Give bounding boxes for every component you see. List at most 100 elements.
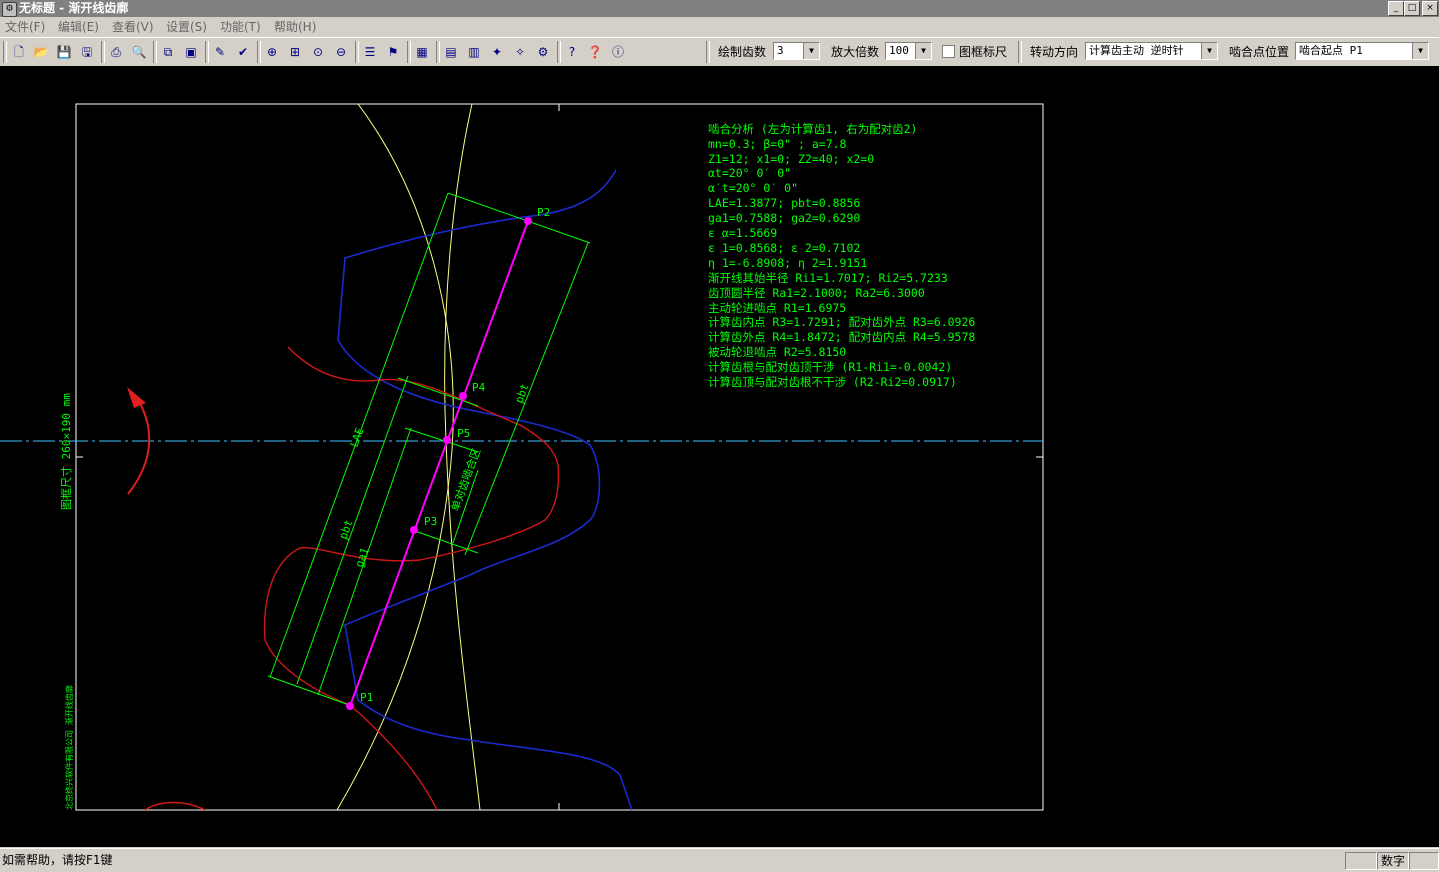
toolbar-separator <box>557 41 561 63</box>
analysis-line: mn=0.3; β=0" ; a=7.8 <box>708 137 847 151</box>
point-p3 <box>410 526 418 534</box>
restore-button[interactable]: □ <box>1404 1 1420 16</box>
toolbar-separator <box>205 41 209 63</box>
ga1-label: ga1 <box>353 546 372 569</box>
analysis-line: 计算齿根与配对齿顶干涉 (R1-Ri1=-0.0042) <box>708 360 952 374</box>
zoom-value: 100 <box>889 44 909 57</box>
open-icon[interactable]: 📂 <box>31 42 51 62</box>
analysis-line: ε α=1.5669 <box>708 226 777 240</box>
analysis-line: LAE=1.3877; pbt=0.8856 <box>708 196 860 210</box>
menu-help[interactable]: 帮助(H) <box>274 19 316 35</box>
analysis-line: 齿顶圆半径 Ra1=2.1000; Ra2=6.3000 <box>708 286 925 300</box>
zoom-window-icon[interactable]: ⊞ <box>285 42 305 62</box>
menu-edit[interactable]: 编辑(E) <box>58 19 99 35</box>
toolbar-grip <box>3 41 7 63</box>
pitch-circle-1 <box>336 104 454 810</box>
analysis-line: Z1=12; x1=0; Z2=40; x2=0 <box>708 152 874 166</box>
point-p4 <box>459 392 467 400</box>
toolbar-separator <box>436 41 440 63</box>
help-icon[interactable]: ❓ <box>585 42 605 62</box>
analysis-line: η 1=-6.8908; η 2=1.9151 <box>708 256 867 270</box>
status-pane-empty <box>1345 852 1377 870</box>
p5-label: P5 <box>457 427 470 440</box>
chevron-down-icon[interactable]: ▼ <box>1201 43 1217 59</box>
properties-icon[interactable]: ✎ <box>210 42 230 62</box>
help-pointer-icon[interactable]: ? <box>562 42 582 62</box>
minimize-button[interactable]: _ <box>1388 1 1404 16</box>
about-icon[interactable]: ⓘ <box>608 42 628 62</box>
mesh-point-label: 啮合点位置 <box>1229 45 1290 59</box>
chevron-down-icon[interactable]: ▼ <box>803 43 819 59</box>
analysis-line: ga1=0.7588; ga2=0.6290 <box>708 211 860 225</box>
company-label: 北京终兴软件有限公司 渐开线齿廓 <box>64 685 74 810</box>
print-icon[interactable]: ⎙ <box>106 42 126 62</box>
analysis-line: 主动轮进啮点 R1=1.6975 <box>708 301 846 315</box>
copy-icon[interactable]: ⧉ <box>158 42 178 62</box>
analysis-line: ε 1=0.8568; ε 2=0.7102 <box>708 241 860 255</box>
analysis-line: 计算齿顶与配对齿根不干涉 (R2-Ri2=0.0917) <box>708 375 957 389</box>
image2-icon[interactable]: ▥ <box>464 42 484 62</box>
menu-bar: 文件(F) 编辑(E) 查看(V) 设置(S) 功能(T) 帮助(H) <box>0 17 1439 37</box>
menu-function[interactable]: 功能(T) <box>220 19 261 35</box>
zoom-in-icon[interactable]: ⊕ <box>262 42 282 62</box>
tooth1-profile <box>263 346 560 810</box>
chevron-down-icon[interactable]: ▼ <box>915 43 931 59</box>
mesh-point-select[interactable]: 啮合起点 P1 ▼ <box>1295 42 1429 60</box>
print-preview-icon[interactable]: 🔍 <box>129 42 149 62</box>
toolbar-separator <box>1018 41 1022 63</box>
image3-icon[interactable]: ✦ <box>487 42 507 62</box>
close-button[interactable]: × <box>1422 1 1438 16</box>
status-pane-empty <box>1409 852 1439 870</box>
image-icon[interactable]: ▤ <box>441 42 461 62</box>
gear-icon[interactable]: ⚙ <box>533 42 553 62</box>
analysis-line: 计算齿外点 R4=1.8472; 配对齿内点 R4=5.9578 <box>708 330 975 344</box>
draw-teeth-select[interactable]: 3 ▼ <box>773 42 820 60</box>
frame-ruler-label: 图框标尺 <box>959 45 1008 59</box>
direction-label: 转动方向 <box>1030 45 1079 59</box>
analysis-line: α′t=20° 0′ 0" <box>708 181 798 195</box>
check-icon[interactable]: ✔ <box>233 42 253 62</box>
menu-view[interactable]: 查看(V) <box>112 19 154 35</box>
settings-icon[interactable]: ⚑ <box>383 42 403 62</box>
tooth2-profile <box>337 169 633 810</box>
ext-line-bottom <box>267 675 353 707</box>
save-all-icon[interactable]: 🖫 <box>77 42 97 62</box>
zoom-select[interactable]: 100 ▼ <box>885 42 932 60</box>
new-icon[interactable]: 🗋 <box>9 42 29 62</box>
dimension-lines <box>267 192 591 707</box>
ext-line-p3 <box>414 530 479 554</box>
image4-icon[interactable]: ✧ <box>510 42 530 62</box>
point-p5 <box>443 436 451 444</box>
save-icon[interactable]: 💾 <box>54 42 74 62</box>
app-icon[interactable]: ⚙ <box>2 2 17 17</box>
analysis-line: αt=20° 0′ 0" <box>708 166 791 180</box>
ext-line-top <box>447 192 591 244</box>
p2-label: P2 <box>537 206 550 219</box>
point-p2 <box>524 217 532 225</box>
menu-settings[interactable]: 设置(S) <box>166 19 207 35</box>
zoom-all-icon[interactable]: ⊙ <box>308 42 328 62</box>
toolbar-separator <box>706 41 710 63</box>
layer-icon[interactable]: ☰ <box>360 42 380 62</box>
menu-file[interactable]: 文件(F) <box>5 19 45 35</box>
draw-teeth-value: 3 <box>777 44 784 57</box>
tooth1-profile-lower <box>144 801 206 810</box>
analysis-line: 啮合分析 (左为计算齿1, 右为配对齿2) <box>708 122 917 136</box>
chevron-down-icon[interactable]: ▼ <box>1412 43 1428 59</box>
frame-ruler-checkbox[interactable] <box>942 45 955 58</box>
table-icon[interactable]: ▦ <box>412 42 432 62</box>
p4-label: P4 <box>472 381 486 394</box>
mesh-point-value: 啮合起点 P1 <box>1299 44 1363 57</box>
analysis-line: 渐开线其始半径 Ri1=1.7017; Ri2=5.7233 <box>708 271 948 285</box>
direction-select[interactable]: 计算齿主动 逆时针 ▼ <box>1085 42 1218 60</box>
status-help-text: 如需帮助，请按F1键 <box>2 853 113 867</box>
analysis-line: 被动轮退啮点 R2=5.8150 <box>708 345 846 359</box>
p1-label: P1 <box>360 691 373 704</box>
zoom-out-icon[interactable]: ⊖ <box>331 42 351 62</box>
window-title: 无标题 - 渐开线齿廓 <box>19 1 129 15</box>
export-icon[interactable]: ▣ <box>181 42 201 62</box>
gear-drawing[interactable]: LAE pbt ga1 单对齿啮合区 pbt P1 P2 P3 P4 P5 图框… <box>0 66 1439 847</box>
drawing-canvas[interactable]: LAE pbt ga1 单对齿啮合区 pbt P1 P2 P3 P4 P5 图框… <box>0 66 1439 847</box>
arrow-head-icon <box>127 387 146 408</box>
pbt-right-label: pbt <box>513 382 532 405</box>
